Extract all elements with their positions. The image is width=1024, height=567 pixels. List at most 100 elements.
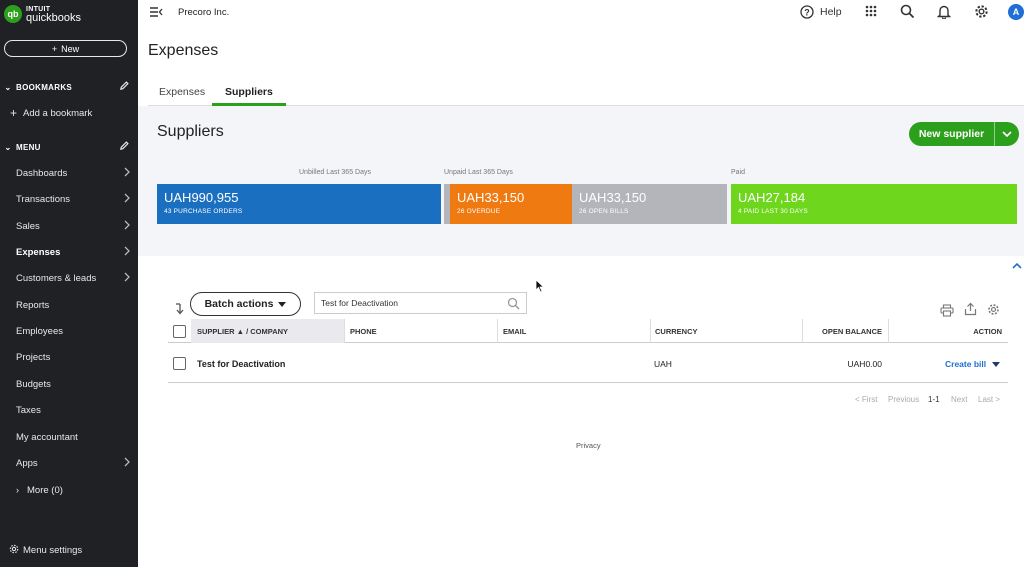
supplier-name-cell[interactable]: Test for Deactivation [197,344,285,383]
sidebar-item-label: Transactions [16,193,71,205]
quickbooks-logo[interactable]: qb INTUIT quickbooks [4,5,81,24]
pagination-first: < First [855,395,878,404]
chevron-up-icon[interactable] [1012,261,1022,271]
sidebar-item-label: Budgets [16,378,51,390]
export-icon[interactable] [964,302,977,319]
caret-down-icon [278,298,287,310]
bar-amount: UAH990,955 [164,190,239,205]
search-icon[interactable] [507,297,520,312]
help-label: Help [820,6,842,18]
sidebar-item-customers-leads[interactable]: Customers & leads [0,266,138,290]
gear-icon[interactable] [974,4,989,22]
menu-section-header[interactable]: ⌄ MENU [0,137,138,157]
supplier-search-input[interactable]: Test for Deactivation [314,292,527,314]
paid-label: Paid [731,169,746,176]
chevron-right-icon [123,456,131,471]
menu-settings-link[interactable]: Menu settings [9,544,82,557]
purchase-orders-bar[interactable]: UAH990,955 43 PURCHASE ORDERS [157,184,441,224]
sidebar-item-dashboards[interactable]: Dashboards [0,161,138,185]
menu-collapse-icon[interactable] [149,6,163,21]
chevron-right-icon [123,245,131,260]
sidebar-item-employees[interactable]: Employees [0,319,138,343]
chevron-right-icon [123,271,131,286]
pencil-icon[interactable] [119,140,130,153]
column-header-supplier[interactable]: SUPPLIER ▲ / COMPANY [191,319,344,343]
bar-amount: UAH33,150 [579,190,647,205]
search-icon[interactable] [900,4,915,22]
bookmarks-label: BOOKMARKS [16,82,73,92]
batch-actions-button[interactable]: Batch actions [190,292,301,316]
mouse-cursor-icon [535,279,545,296]
sidebar-item-projects[interactable]: Projects [0,345,138,369]
overdue-bar[interactable]: UAH33,150 26 OVERDUE [450,184,572,224]
print-icon[interactable] [940,304,954,320]
paid-bar[interactable]: UAH27,184 4 PAID LAST 30 DAYS [731,184,1017,224]
plus-icon: + [51,43,58,54]
search-input-value: Test for Deactivation [321,298,399,308]
sidebar: qb INTUIT quickbooks + New ⌄ BOOKMARKS +… [0,0,138,567]
table-header: SUPPLIER ▲ / COMPANY PHONE EMAIL CURRENC… [168,319,1008,343]
company-name[interactable]: Precoro Inc. [178,7,229,18]
sidebar-item-my-accountant[interactable]: My accountant [0,425,138,449]
sidebar-item-taxes[interactable]: Taxes [0,398,138,422]
tab-suppliers[interactable]: Suppliers [212,86,286,106]
tab-expenses[interactable]: Expenses [159,86,205,104]
sidebar-item-expenses[interactable]: Expenses [0,240,138,264]
add-bookmark-link[interactable]: + Add a bookmark [0,101,138,125]
column-header-open-balance[interactable]: OPEN BALANCE [802,319,888,343]
sidebar-item-transactions[interactable]: Transactions [0,187,138,211]
apps-grid-icon[interactable] [864,4,878,21]
select-all-cell [173,319,191,343]
currency-cell: UAH [654,358,672,369]
create-bill-link[interactable]: Create bill [945,359,986,369]
chevron-right-icon [123,192,131,207]
sidebar-item-label: Projects [16,351,51,363]
select-all-checkbox[interactable] [173,324,186,338]
row-checkbox[interactable] [173,357,186,370]
sidebar-item-reports[interactable]: Reports [0,293,138,317]
bar-amount: UAH27,184 [738,190,806,205]
caret-down-icon[interactable] [992,359,1001,369]
sort-arrow-icon[interactable] [175,303,185,318]
avatar[interactable]: A [1008,4,1024,20]
help-icon: ? [800,5,814,19]
settings-gear-icon[interactable] [987,303,1000,319]
column-header-action: ACTION [888,319,1008,343]
bookmarks-section-header[interactable]: ⌄ BOOKMARKS [0,77,138,97]
sidebar-item-budgets[interactable]: Budgets [0,372,138,396]
sidebar-item-label: My accountant [16,431,78,443]
pagination-next: Next [951,395,968,404]
column-header-currency[interactable]: CURRENCY [650,319,802,343]
new-button[interactable]: + New [4,40,127,57]
unbilled-label: Unbilled Last 365 Days [299,169,371,176]
table-row[interactable]: Test for Deactivation UAH UAH0.00 Create… [168,344,1008,383]
sidebar-item-label: Reports [16,299,50,311]
column-header-phone[interactable]: PHONE [344,319,497,343]
sidebar-item-label: Customers & leads [16,272,97,284]
sidebar-item-label: Taxes [16,404,41,416]
pencil-icon[interactable] [119,80,130,93]
open-bills-bar[interactable]: UAH33,150 26 OPEN BILLS [572,184,727,224]
bar-caption: 43 PURCHASE ORDERS [164,208,243,215]
pagination-last: Last > [978,395,1001,404]
new-supplier-button[interactable]: New supplier [909,122,1019,146]
sidebar-item-apps[interactable]: Apps [0,451,138,475]
help-button[interactable]: ? Help [800,5,842,19]
gear-icon [9,544,19,557]
add-bookmark-label: Add a bookmark [23,107,93,119]
new-supplier-label: New supplier [918,128,985,140]
sidebar-item-more[interactable]: › More (0) [0,478,138,502]
chevron-down-icon[interactable] [994,122,1018,146]
sidebar-item-label: Dashboards [16,167,68,179]
sidebar-item-label: Employees [16,325,63,337]
pagination-range: 1-1 [928,395,940,404]
column-header-email[interactable]: EMAIL [497,319,650,343]
plus-icon: + [10,106,18,120]
batch-actions-label: Batch actions [204,298,274,310]
pagination-previous: Previous [888,395,920,404]
bell-icon[interactable] [936,4,952,22]
privacy-link[interactable]: Privacy [576,441,601,450]
sidebar-item-sales[interactable]: Sales [0,214,138,238]
bar-caption: 26 OPEN BILLS [579,208,629,215]
suppliers-heading: Suppliers [157,123,224,140]
